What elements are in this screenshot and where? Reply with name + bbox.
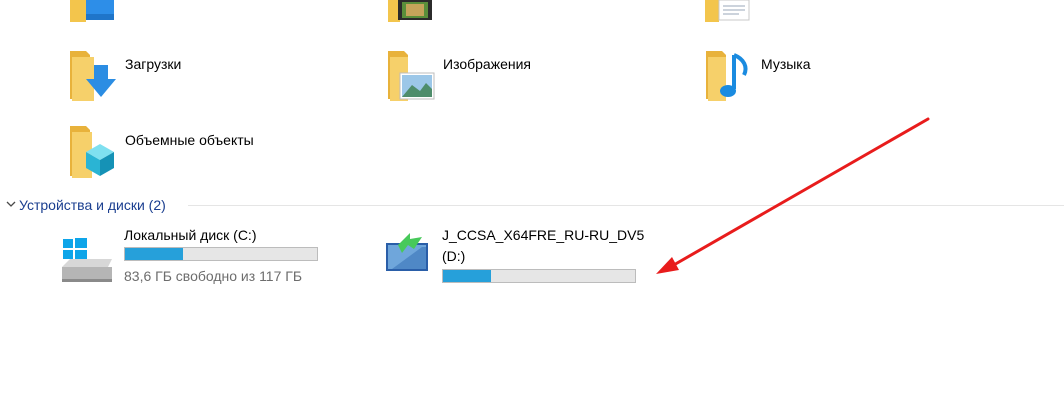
annotation-arrow xyxy=(656,117,930,274)
